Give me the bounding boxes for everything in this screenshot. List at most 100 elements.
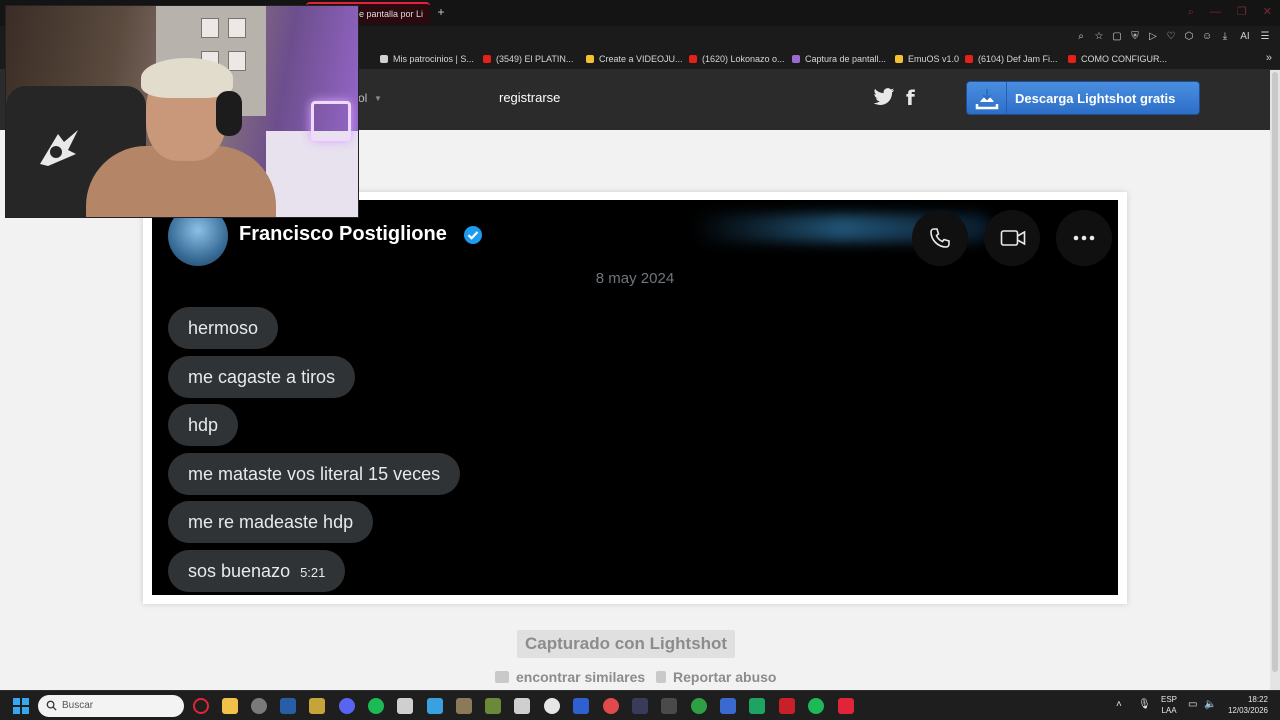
bookmark-item[interactable]: (3549) El PLATIN... xyxy=(483,53,573,65)
download-icon[interactable]: ⤓ xyxy=(1220,30,1230,44)
call-button[interactable] xyxy=(912,210,968,266)
message-text: hermoso xyxy=(188,318,259,338)
register-link[interactable]: registrarse xyxy=(499,90,560,105)
download-lightshot-button[interactable]: Descarga Lightshot gratis xyxy=(966,81,1200,115)
network-icon[interactable]: ▭ xyxy=(1188,699,1197,710)
file-explorer-icon[interactable] xyxy=(222,698,238,714)
profile-icon[interactable]: ☺ xyxy=(1202,30,1212,44)
taskbar-search-input[interactable]: Buscar xyxy=(38,695,184,717)
search-icon[interactable]: ⌕ xyxy=(1188,5,1194,19)
webcam-frame xyxy=(201,18,219,38)
webcam-person-hair xyxy=(141,58,233,98)
bitwarden-icon[interactable] xyxy=(573,698,589,714)
app-icon[interactable] xyxy=(485,698,501,714)
bookmark-favicon xyxy=(1068,55,1076,63)
extensions-icon[interactable]: ⬡ xyxy=(1184,30,1194,44)
facebook-icon[interactable]: f xyxy=(906,86,915,110)
screen: de pantalla por Li + ⌕ — ❐ ✕ ⌕ ☆ ▢ ⛨ ▷ ♡… xyxy=(0,0,1280,720)
notepad-icon[interactable] xyxy=(427,698,443,714)
shield-icon[interactable]: ⛨ xyxy=(1130,30,1140,44)
report-abuse-link[interactable]: Reportar abuso xyxy=(656,669,776,685)
ai-button[interactable]: AI xyxy=(1238,30,1252,44)
app-icon[interactable] xyxy=(749,698,765,714)
bookmark-item[interactable]: Captura de pantall... xyxy=(792,53,886,65)
discord-icon[interactable] xyxy=(339,698,355,714)
app-icon[interactable] xyxy=(397,698,413,714)
logitech-icon[interactable] xyxy=(544,698,560,714)
twitter-icon[interactable] xyxy=(873,87,895,107)
bookmark-item[interactable]: COMO CONFIGUR... xyxy=(1068,53,1167,65)
tray-overflow-icon[interactable]: ˄ xyxy=(1116,699,1122,710)
bookmark-item[interactable]: (1620) Lokonazo o... xyxy=(689,53,785,65)
message-text: sos buenazo xyxy=(188,561,291,581)
volume-icon[interactable]: 🔈 xyxy=(1204,699,1216,710)
spotify-icon[interactable] xyxy=(368,698,384,714)
bookmark-label: (3549) El PLATIN... xyxy=(496,54,574,64)
input-language-indicator[interactable]: ESP LAA xyxy=(1161,694,1177,716)
scrollbar-thumb[interactable] xyxy=(1272,72,1278,672)
play-icon[interactable]: ▷ xyxy=(1148,30,1158,44)
screenshot-card: Francisco Postiglione 8 may 2024 hermoso… xyxy=(143,192,1127,604)
bookmark-label: EmuOS v1.0 xyxy=(908,54,960,64)
bookmark-item[interactable]: (6104) Def Jam Fi... xyxy=(965,53,1058,65)
ellipsis-icon xyxy=(1073,235,1095,241)
captured-with-lightshot-label: Capturado con Lightshot xyxy=(517,630,736,658)
app-icon[interactable] xyxy=(661,698,677,714)
app-icon[interactable] xyxy=(720,698,736,714)
app-icon[interactable] xyxy=(251,698,267,714)
menu-icon[interactable]: ☰ xyxy=(1260,30,1270,44)
maximize-button[interactable]: ❐ xyxy=(1237,5,1247,19)
camera-icon xyxy=(495,671,509,683)
webcam-neon-sign xyxy=(311,101,351,141)
app-icon[interactable] xyxy=(514,698,530,714)
windows-start-icon[interactable] xyxy=(13,698,29,714)
message-time: 5:21 xyxy=(300,565,326,580)
flag-icon xyxy=(656,671,666,683)
screenshot-icon[interactable]: ▢ xyxy=(1112,30,1122,44)
bookmark-item[interactable]: Mis patrocinios | S... xyxy=(380,53,474,65)
xbox-icon[interactable] xyxy=(691,698,707,714)
message-text: me cagaste a tiros xyxy=(188,367,336,387)
taskbar-clock[interactable]: 18:22 12/03/2026 xyxy=(1224,694,1268,716)
app-icon[interactable] xyxy=(309,698,325,714)
bookmark-favicon xyxy=(895,55,903,63)
find-similar-link[interactable]: encontrar similares xyxy=(495,669,645,685)
message-bubble: me re madeaste hdp xyxy=(168,501,374,543)
microphone-icon[interactable]: 🎙 xyxy=(1138,699,1151,710)
bookmark-label: (6104) Def Jam Fi... xyxy=(978,54,1058,64)
opera-gx-icon[interactable] xyxy=(193,698,209,714)
bookmark-item[interactable]: EmuOS v1.0 xyxy=(895,53,959,65)
download-button-label: Descarga Lightshot gratis xyxy=(1015,91,1176,106)
app-icon[interactable] xyxy=(779,698,795,714)
language-selector[interactable]: ol xyxy=(358,91,367,105)
app-icon[interactable] xyxy=(632,698,648,714)
webcam-frame xyxy=(228,51,246,71)
report-abuse-label: Reportar abuso xyxy=(673,669,777,685)
video-call-button[interactable] xyxy=(984,210,1040,266)
webcam-overlay xyxy=(5,5,359,218)
bookmark-item[interactable]: Create a VIDEOJU... xyxy=(586,53,683,65)
shield-app-icon[interactable] xyxy=(838,698,854,714)
page-scrollbar[interactable] xyxy=(1270,70,1280,690)
bookmark-label: Captura de pantall... xyxy=(805,54,887,64)
more-options-button[interactable] xyxy=(1056,210,1112,266)
chair-logo-icon xyxy=(40,130,78,166)
window-controls: ⌕ — ❐ ✕ xyxy=(1188,5,1272,19)
chevron-down-icon: ▼ xyxy=(374,94,382,103)
minimize-button[interactable]: — xyxy=(1210,5,1221,19)
zoom-icon[interactable]: ⌕ xyxy=(1076,30,1086,44)
close-button[interactable]: ✕ xyxy=(1263,5,1272,19)
webcam-frame xyxy=(228,18,246,38)
heart-icon[interactable]: ♡ xyxy=(1166,30,1176,44)
app-icon[interactable] xyxy=(603,698,619,714)
message-text: me re madeaste hdp xyxy=(188,512,354,532)
bookmark-label: Create a VIDEOJU... xyxy=(599,54,683,64)
app-icon[interactable] xyxy=(456,698,472,714)
steam-icon[interactable] xyxy=(280,698,296,714)
bookmark-icon[interactable]: ☆ xyxy=(1094,30,1104,44)
spotify-icon[interactable] xyxy=(808,698,824,714)
bookmarks-overflow-icon[interactable]: » xyxy=(1266,52,1272,64)
new-tab-button[interactable]: + xyxy=(434,4,448,20)
find-similar-label: encontrar similares xyxy=(516,669,646,685)
bookmark-favicon xyxy=(586,55,594,63)
